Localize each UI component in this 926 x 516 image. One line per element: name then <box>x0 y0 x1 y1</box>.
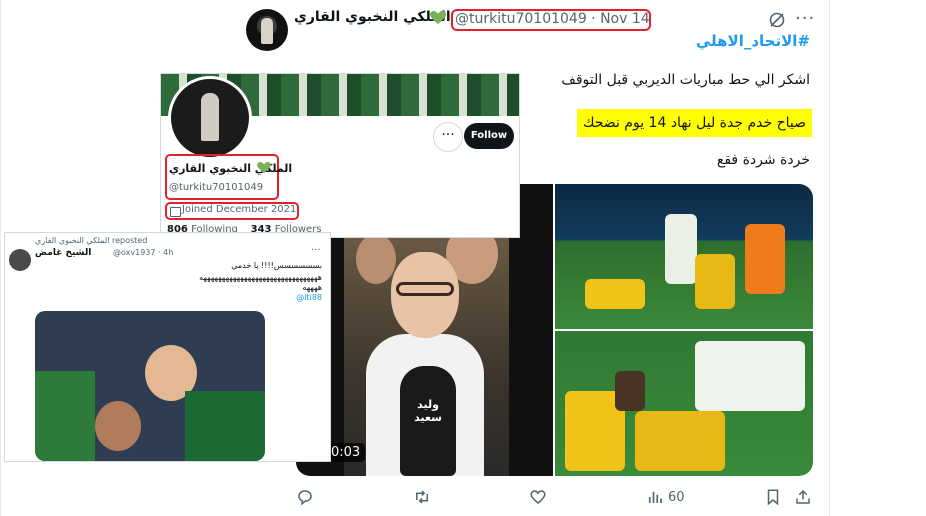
repost-media-person-1 <box>35 371 95 461</box>
follow-button: Follow <box>464 123 514 149</box>
bookmark-button[interactable] <box>764 488 782 508</box>
share-icon <box>796 489 810 504</box>
repost-media-person-4 <box>185 391 265 461</box>
profile-screenshot[interactable]: ··· Follow الملكي النخبوي القاري @turkit… <box>160 73 520 238</box>
more-options-icon[interactable]: ··· <box>795 8 815 29</box>
profile-joined-date: Joined December 2021 <box>182 204 297 215</box>
author-avatar[interactable] <box>246 9 288 51</box>
repost-mention-link: @lti88 <box>296 293 322 302</box>
author-name[interactable]: الملكي النخبوي القاري <box>294 9 451 25</box>
repost-text-line3: ههههه <box>302 283 322 292</box>
profile-more-button: ··· <box>433 122 463 152</box>
repost-author-name: الشيخ غامض <box>35 248 92 258</box>
hashtag-link[interactable]: #الاتحاد_الاهلي <box>696 32 810 50</box>
avatar-figure <box>261 18 273 44</box>
like-button[interactable] <box>529 488 547 508</box>
repost-media-person-3 <box>95 401 141 451</box>
grok-icon[interactable] <box>768 11 786 29</box>
repost-text-line1: بسسسسسس!!!! يا خدمي <box>231 261 322 270</box>
repost-screenshot[interactable]: الملكي النخبوي القاري reposted الشيخ غام… <box>4 232 331 462</box>
player-green-1 <box>665 214 697 284</box>
post-text-highlighted: صياح خدم جدة ليل نهاد 14 يوم نضحك <box>576 109 812 137</box>
share-button[interactable] <box>794 488 812 508</box>
views-button[interactable] <box>646 488 664 508</box>
video-duration: 0:03 <box>326 443 366 462</box>
player-dark-1 <box>615 371 645 411</box>
player-yellow-1 <box>585 279 645 309</box>
photo-football-1[interactable] <box>555 184 813 329</box>
author-handle-date[interactable]: @turkitu70101049 · Nov 14 <box>455 11 650 27</box>
repost-avatar <box>9 249 31 271</box>
timeline-border-left <box>0 0 1 516</box>
repost-media <box>35 311 265 461</box>
repost-text-line2: ههههههههههههههههههههههههههههههههه <box>199 273 322 282</box>
player-yellow-4 <box>635 411 725 471</box>
green-heart-icon <box>430 11 446 24</box>
post-text-line3: خردة شردة فقع <box>716 152 810 168</box>
timeline-border-right <box>829 0 830 516</box>
views-chart-icon <box>648 491 662 503</box>
reply-button[interactable] <box>296 488 314 508</box>
profile-handle: @turkitu70101049 <box>169 182 264 193</box>
repost-icon <box>416 490 428 504</box>
heart-outline-icon <box>530 490 546 504</box>
profile-name-annotation-box <box>165 154 279 200</box>
reposted-line: الملكي النخبوي القاري reposted <box>35 236 148 245</box>
player-yellow-2 <box>695 254 735 309</box>
mic-label: وليد سعيد <box>414 398 442 424</box>
photo-football-2[interactable] <box>555 331 813 476</box>
repost-more-icon: ··· <box>311 245 321 256</box>
profile-avatar <box>168 76 252 160</box>
post-text-line1: اشكر الي حط مباريات الديربي قبل التوقف <box>561 72 810 88</box>
repost-button[interactable] <box>413 488 431 508</box>
video-glasses <box>396 282 454 296</box>
profile-avatar-figure <box>201 93 219 141</box>
views-count: 60 <box>668 490 685 505</box>
goalkeeper-orange <box>745 224 785 294</box>
calendar-icon <box>170 207 181 217</box>
bookmark-icon <box>767 489 779 506</box>
player-green-2 <box>695 341 805 411</box>
video-person-left <box>356 234 396 284</box>
reply-icon <box>298 490 312 506</box>
profile-green-heart-icon <box>257 162 271 174</box>
repost-handle-time: @oxv1937 · 4h <box>113 248 174 257</box>
profile-name: الملكي النخبوي القاري <box>169 162 293 175</box>
